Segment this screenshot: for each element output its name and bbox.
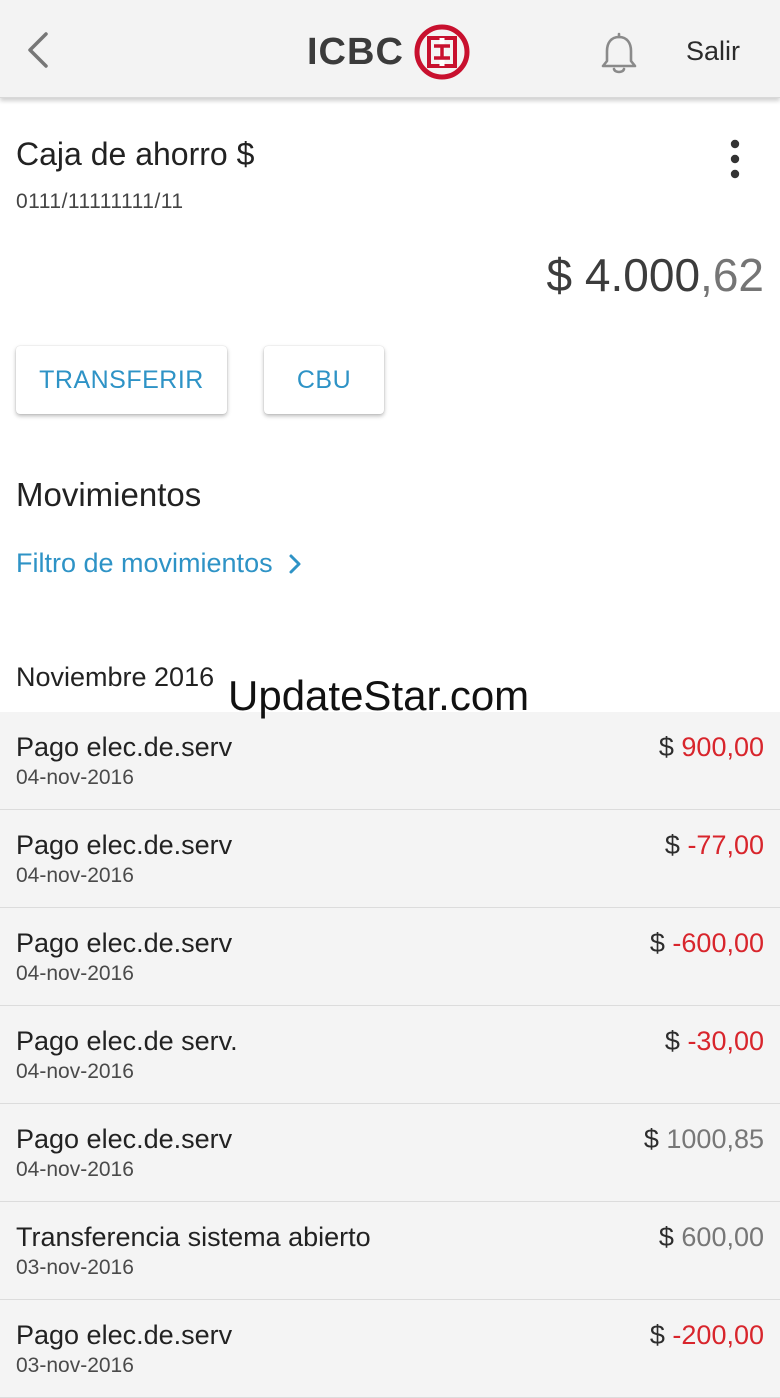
movement-amount: $ 600,00 <box>659 1222 764 1253</box>
movement-amount: $ -30,00 <box>665 1026 764 1057</box>
balance-decimals: ,62 <box>700 249 764 301</box>
amount-currency: $ <box>658 732 674 762</box>
movement-description: Pago elec.de.serv <box>16 928 233 958</box>
movement-date: 03-nov-2016 <box>16 1354 134 1377</box>
amount-currency: $ <box>658 1222 674 1252</box>
movement-row[interactable]: Pago elec.de.serv 04-nov-2016 $ 900,00 <box>0 712 780 810</box>
filter-label: Filtro de movimientos <box>16 548 273 578</box>
movement-date: 04-nov-2016 <box>16 1158 134 1181</box>
movement-row[interactable]: Pago elec.de.serv 04-nov-2016 $ 1000,85 <box>0 1104 780 1202</box>
amount-value: -30,00 <box>687 1026 764 1056</box>
movement-description: Pago elec.de serv. <box>16 1026 238 1056</box>
movement-date: 04-nov-2016 <box>16 766 134 789</box>
movement-description: Pago elec.de.serv <box>16 1320 233 1350</box>
movement-row[interactable]: Transferencia sistema abierto 03-nov-201… <box>0 1202 780 1300</box>
back-arrow-icon[interactable] <box>22 28 58 72</box>
month-header: Noviembre 2016 <box>16 662 215 692</box>
movement-date: 04-nov-2016 <box>16 962 134 985</box>
movement-description: Pago elec.de.serv <box>16 1124 233 1154</box>
movements-list: Pago elec.de.serv 04-nov-2016 $ 900,00 P… <box>0 712 780 1398</box>
account-balance: $ 4.000,62 <box>547 248 764 302</box>
movement-date: 03-nov-2016 <box>16 1256 134 1279</box>
movement-row[interactable]: Pago elec.de.serv 04-nov-2016 $ -600,00 <box>0 908 780 1006</box>
logout-button[interactable]: Salir <box>686 36 740 67</box>
amount-currency: $ <box>643 1124 659 1154</box>
icbc-logo: ICBC <box>307 24 470 80</box>
more-options-icon[interactable] <box>720 136 750 182</box>
movement-amount: $ -200,00 <box>650 1320 764 1351</box>
movement-row[interactable]: Pago elec.de.serv 04-nov-2016 $ -77,00 <box>0 810 780 908</box>
movement-description: Pago elec.de.serv <box>16 732 233 762</box>
amount-currency: $ <box>664 830 680 860</box>
amount-value: 1000,85 <box>666 1124 764 1154</box>
balance-currency: $ <box>546 249 573 301</box>
amount-currency: $ <box>649 928 665 958</box>
movements-title: Movimientos <box>16 476 202 513</box>
transfer-button[interactable]: TRANSFERIR <box>16 346 227 414</box>
movement-amount: $ -77,00 <box>665 830 764 861</box>
movement-amount: $ 900,00 <box>659 732 764 763</box>
movement-row[interactable]: Pago elec.de serv. 04-nov-2016 $ -30,00 <box>0 1006 780 1104</box>
amount-value: -600,00 <box>672 928 764 958</box>
logo-text: ICBC <box>307 30 404 73</box>
movement-row[interactable]: Pago elec.de.serv 03-nov-2016 $ -200,00 <box>0 1300 780 1398</box>
amount-currency: $ <box>649 1320 665 1350</box>
movement-date: 04-nov-2016 <box>16 1060 134 1083</box>
movement-description: Pago elec.de.serv <box>16 830 233 860</box>
top-app-bar: ICBC Salir <box>0 0 780 98</box>
amount-value: -200,00 <box>672 1320 764 1350</box>
notification-bell-icon[interactable] <box>598 32 640 76</box>
movement-description: Transferencia sistema abierto <box>16 1222 371 1252</box>
account-number: 0111/11111111/11 <box>16 190 184 213</box>
amount-value: 900,00 <box>681 732 764 762</box>
amount-value: -77,00 <box>687 830 764 860</box>
cbu-button[interactable]: CBU <box>264 346 384 414</box>
amount-currency: $ <box>664 1026 680 1056</box>
movement-date: 04-nov-2016 <box>16 864 134 887</box>
movement-amount: $ -600,00 <box>650 928 764 959</box>
movements-filter-link[interactable]: Filtro de movimientos <box>16 548 303 579</box>
watermark-text: UpdateStar.com <box>228 672 530 719</box>
balance-integer: 4.000 <box>584 249 701 301</box>
movement-amount: $ 1000,85 <box>644 1124 764 1155</box>
amount-value: 600,00 <box>681 1222 764 1252</box>
icbc-emblem-icon <box>414 24 470 80</box>
account-title: Caja de ahorro $ <box>16 136 255 172</box>
chevron-right-icon <box>289 554 301 573</box>
